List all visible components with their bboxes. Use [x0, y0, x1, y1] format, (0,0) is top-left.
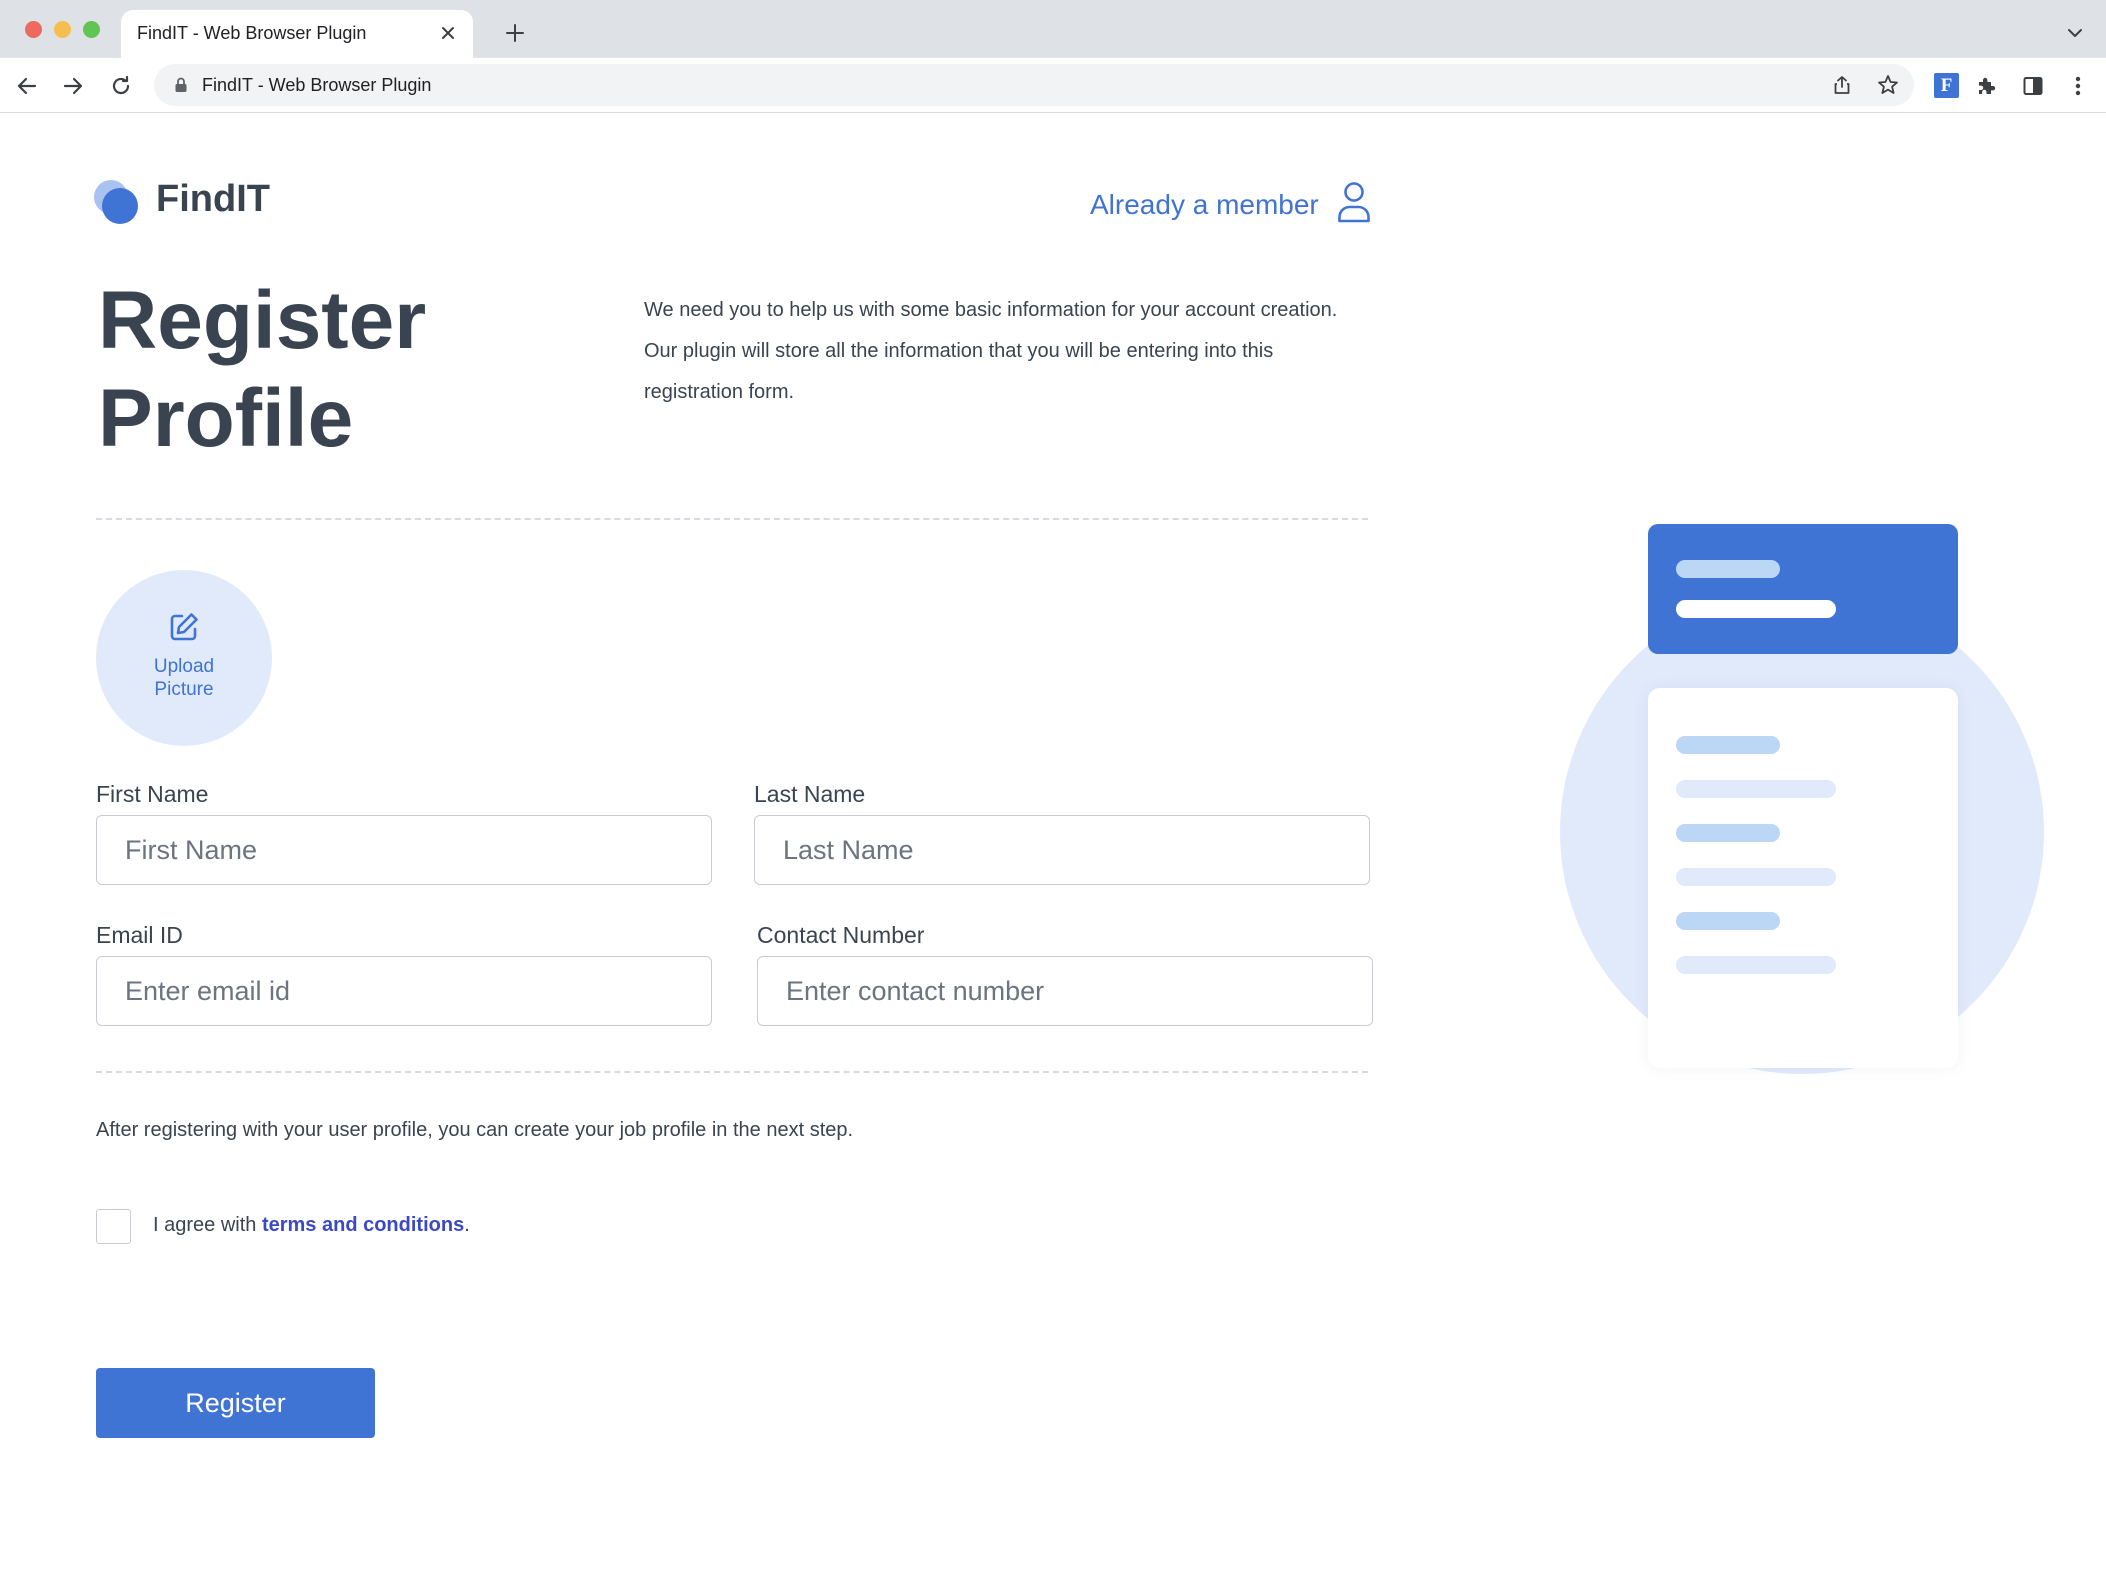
illustration-card	[1648, 524, 1958, 654]
already-member-link[interactable]: Already a member	[1090, 181, 1371, 228]
already-member-text: Already a member	[1090, 188, 1319, 220]
section-divider-top	[96, 518, 1368, 520]
bookmark-star-icon[interactable]	[1875, 72, 1901, 98]
page-title-line1: Register	[98, 275, 427, 366]
agree-prefix: I agree with	[153, 1214, 262, 1236]
lock-icon	[172, 76, 190, 94]
last-name-input[interactable]	[754, 815, 1370, 885]
terms-link[interactable]: terms and conditions	[262, 1214, 464, 1236]
register-button[interactable]: Register	[96, 1368, 375, 1438]
intro-text: We need you to help us with some basic i…	[644, 299, 1338, 403]
findit-logo-icon	[94, 180, 140, 224]
side-panel-icon[interactable]	[2018, 71, 2048, 101]
extensions-puzzle-icon[interactable]	[1972, 71, 2002, 101]
contact-number-label: Contact Number	[757, 922, 925, 948]
next-step-note: After registering with your user profile…	[96, 1119, 854, 1141]
close-window-button[interactable]	[25, 21, 42, 38]
page-title-line2: Profile	[98, 373, 354, 464]
user-icon	[1337, 181, 1371, 228]
browser-tab-bar: FindIT - Web Browser Plugin	[0, 0, 2106, 58]
browser-toolbar: FindIT - Web Browser Plugin F	[0, 58, 2106, 113]
reload-icon[interactable]	[106, 71, 136, 101]
forward-arrow-icon[interactable]	[58, 71, 88, 101]
upload-label-line2: Picture	[154, 679, 214, 700]
upload-label-line1: Upload	[153, 656, 215, 677]
back-arrow-icon[interactable]	[12, 71, 42, 101]
brand-name: FindIT	[156, 178, 270, 220]
new-tab-plus-icon[interactable]	[500, 18, 530, 48]
edit-pencil-icon	[168, 611, 200, 643]
tab-search-chevron-down-icon[interactable]	[2062, 20, 2088, 46]
email-input[interactable]	[96, 956, 712, 1026]
email-label: Email ID	[96, 922, 183, 948]
upload-picture-button[interactable]: Upload Picture	[96, 570, 272, 746]
findit-extension-icon[interactable]: F	[1934, 73, 1959, 98]
section-divider-bottom	[96, 1071, 1368, 1073]
page-title: Register Profile	[98, 272, 426, 468]
first-name-input[interactable]	[96, 815, 712, 885]
more-vertical-icon[interactable]	[2063, 71, 2093, 101]
contact-number-input[interactable]	[757, 956, 1373, 1026]
maximize-window-button[interactable]	[83, 21, 100, 38]
minimize-window-button[interactable]	[54, 21, 71, 38]
browser-tab-active[interactable]: FindIT - Web Browser Plugin	[121, 10, 473, 58]
tab-title: FindIT - Web Browser Plugin	[137, 23, 367, 43]
first-name-label: First Name	[96, 781, 209, 807]
address-bar[interactable]: FindIT - Web Browser Plugin	[154, 64, 1914, 106]
address-text: FindIT - Web Browser Plugin	[202, 75, 432, 95]
terms-agreement-text: I agree with terms and conditions.	[153, 1214, 470, 1237]
illustration-document	[1648, 688, 1958, 1068]
agree-suffix: .	[464, 1214, 470, 1236]
last-name-label: Last Name	[754, 781, 866, 807]
registration-illustration	[1560, 520, 2044, 1074]
share-icon[interactable]	[1829, 72, 1855, 98]
terms-checkbox[interactable]	[96, 1209, 131, 1244]
upload-picture-label: Upload Picture	[124, 655, 244, 701]
tab-close-icon[interactable]	[435, 20, 461, 46]
